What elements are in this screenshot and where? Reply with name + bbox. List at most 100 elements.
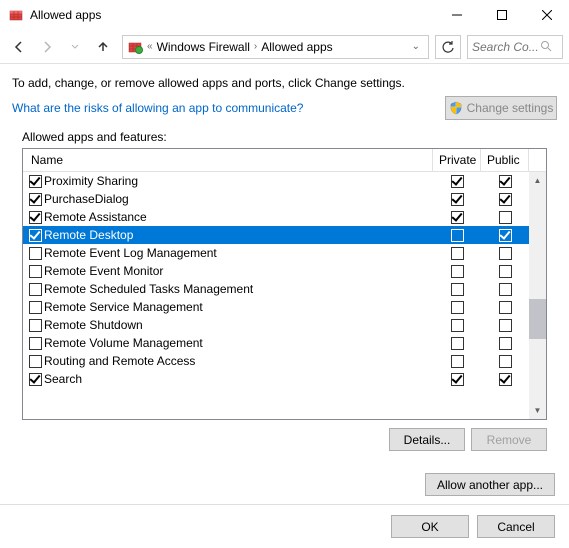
private-checkbox[interactable] xyxy=(451,319,464,332)
list-item[interactable]: Remote Scheduled Tasks Management xyxy=(23,280,529,298)
chevron-down-icon[interactable]: ⌄ xyxy=(408,41,424,52)
private-checkbox[interactable] xyxy=(451,247,464,260)
refresh-button[interactable] xyxy=(435,35,461,59)
list-item[interactable]: Remote Shutdown xyxy=(23,316,529,334)
enable-checkbox[interactable] xyxy=(29,229,42,242)
scroll-down-button[interactable]: ▼ xyxy=(529,402,546,419)
list-item[interactable]: Remote Service Management xyxy=(23,298,529,316)
public-checkbox[interactable] xyxy=(499,175,512,188)
window-title: Allowed apps xyxy=(30,8,434,22)
enable-checkbox[interactable] xyxy=(29,319,42,332)
public-checkbox[interactable] xyxy=(499,211,512,224)
risks-link[interactable]: What are the risks of allowing an app to… xyxy=(12,101,303,115)
list-item[interactable]: Remote Assistance xyxy=(23,208,529,226)
enable-checkbox[interactable] xyxy=(29,211,42,224)
minimize-button[interactable] xyxy=(434,0,479,30)
enable-checkbox[interactable] xyxy=(29,193,42,206)
public-checkbox[interactable] xyxy=(499,283,512,296)
column-public[interactable]: Public xyxy=(481,149,529,171)
content-area: To add, change, or remove allowed apps a… xyxy=(0,64,569,457)
address-bar[interactable]: « Windows Firewall › Allowed apps ⌄ xyxy=(122,35,429,59)
chevron-right-icon: › xyxy=(254,41,257,52)
scroll-up-button[interactable]: ▲ xyxy=(529,172,546,189)
public-checkbox[interactable] xyxy=(499,265,512,278)
app-name-label: Remote Event Log Management xyxy=(44,246,217,260)
public-checkbox[interactable] xyxy=(499,247,512,260)
list-item[interactable]: Routing and Remote Access xyxy=(23,352,529,370)
private-checkbox[interactable] xyxy=(451,373,464,386)
private-checkbox[interactable] xyxy=(451,283,464,296)
dialog-footer: OK Cancel xyxy=(0,504,569,548)
app-name-label: Remote Volume Management xyxy=(44,336,203,350)
breadcrumb-separator-icon: « xyxy=(147,41,153,52)
list-item[interactable]: Remote Desktop xyxy=(23,226,529,244)
forward-button[interactable] xyxy=(34,34,60,60)
private-checkbox[interactable] xyxy=(451,175,464,188)
app-name-label: Remote Assistance xyxy=(44,210,147,224)
enable-checkbox[interactable] xyxy=(29,373,42,386)
back-button[interactable] xyxy=(6,34,32,60)
private-checkbox[interactable] xyxy=(451,355,464,368)
window-controls xyxy=(434,0,569,30)
app-icon xyxy=(8,7,24,23)
private-checkbox[interactable] xyxy=(451,211,464,224)
search-icon xyxy=(540,40,554,54)
scroll-thumb[interactable] xyxy=(529,299,546,339)
change-settings-button[interactable]: Change settings xyxy=(445,96,557,120)
list-item[interactable]: Proximity Sharing xyxy=(23,172,529,190)
private-checkbox[interactable] xyxy=(451,229,464,242)
public-checkbox[interactable] xyxy=(499,373,512,386)
column-private[interactable]: Private xyxy=(433,149,481,171)
breadcrumb-item[interactable]: Windows Firewall xyxy=(157,40,250,54)
app-name-label: Remote Service Management xyxy=(44,300,203,314)
private-checkbox[interactable] xyxy=(451,337,464,350)
public-checkbox[interactable] xyxy=(499,301,512,314)
public-checkbox[interactable] xyxy=(499,229,512,242)
enable-checkbox[interactable] xyxy=(29,337,42,350)
app-name-label: PurchaseDialog xyxy=(44,192,129,206)
enable-checkbox[interactable] xyxy=(29,355,42,368)
public-checkbox[interactable] xyxy=(499,319,512,332)
details-button[interactable]: Details... xyxy=(389,428,465,451)
maximize-button[interactable] xyxy=(479,0,524,30)
shield-icon xyxy=(449,101,463,115)
public-checkbox[interactable] xyxy=(499,355,512,368)
list-item[interactable]: PurchaseDialog xyxy=(23,190,529,208)
list-item[interactable]: Remote Volume Management xyxy=(23,334,529,352)
column-name[interactable]: Name xyxy=(23,149,433,171)
list-item[interactable]: Remote Event Log Management xyxy=(23,244,529,262)
intro-text: To add, change, or remove allowed apps a… xyxy=(12,76,557,90)
allow-another-app-button[interactable]: Allow another app... xyxy=(425,473,555,496)
firewall-icon xyxy=(127,39,143,55)
public-checkbox[interactable] xyxy=(499,193,512,206)
list-item[interactable]: Remote Event Monitor xyxy=(23,262,529,280)
enable-checkbox[interactable] xyxy=(29,265,42,278)
private-checkbox[interactable] xyxy=(451,193,464,206)
search-box[interactable] xyxy=(467,35,563,59)
enable-checkbox[interactable] xyxy=(29,301,42,314)
cancel-button[interactable]: Cancel xyxy=(477,515,555,538)
enable-checkbox[interactable] xyxy=(29,175,42,188)
private-checkbox[interactable] xyxy=(451,265,464,278)
close-button[interactable] xyxy=(524,0,569,30)
app-name-label: Proximity Sharing xyxy=(44,174,138,188)
remove-button[interactable]: Remove xyxy=(471,428,547,451)
private-checkbox[interactable] xyxy=(451,301,464,314)
up-button[interactable] xyxy=(90,34,116,60)
search-input[interactable] xyxy=(472,40,540,54)
scroll-track[interactable] xyxy=(529,189,546,402)
app-name-label: Search xyxy=(44,372,82,386)
app-name-label: Remote Desktop xyxy=(44,228,133,242)
public-checkbox[interactable] xyxy=(499,337,512,350)
enable-checkbox[interactable] xyxy=(29,283,42,296)
app-name-label: Remote Shutdown xyxy=(44,318,143,332)
change-settings-label: Change settings xyxy=(467,101,554,115)
list-header: Name Private Public xyxy=(23,149,546,172)
list-item[interactable]: Search xyxy=(23,370,529,388)
breadcrumb-item[interactable]: Allowed apps xyxy=(261,40,332,54)
ok-button[interactable]: OK xyxy=(391,515,469,538)
enable-checkbox[interactable] xyxy=(29,247,42,260)
vertical-scrollbar[interactable]: ▲ ▼ xyxy=(529,172,546,419)
title-bar: Allowed apps xyxy=(0,0,569,30)
recent-dropdown[interactable] xyxy=(62,34,88,60)
